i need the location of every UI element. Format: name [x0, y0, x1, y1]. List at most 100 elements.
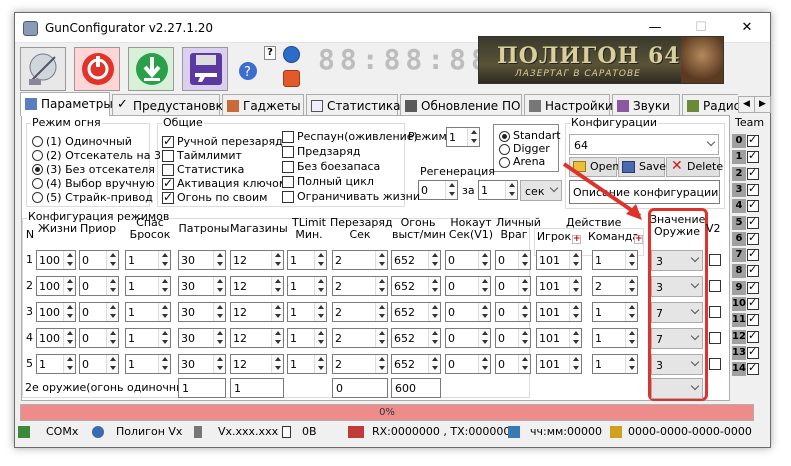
spinner-arrows[interactable] — [478, 251, 490, 269]
tlimit-spinner[interactable]: 1 — [287, 354, 327, 374]
fire-spinner[interactable]: 652 — [391, 328, 441, 348]
ammo-spinner[interactable]: 30 — [178, 328, 226, 348]
command-spinner[interactable]: 1 — [592, 250, 638, 270]
spinner-arrows[interactable] — [569, 355, 581, 373]
rescue-spinner[interactable]: 1 — [125, 250, 171, 270]
tab-update[interactable]: Обновление ПО — [400, 94, 522, 116]
spinner-arrows[interactable] — [569, 303, 581, 321]
spinner-arrows[interactable] — [271, 355, 283, 373]
personal-enemy-spinner[interactable]: 0 — [495, 276, 531, 296]
team-checkbox[interactable] — [747, 231, 759, 245]
spinner-arrows[interactable] — [213, 329, 225, 347]
help-button[interactable]: ? — [236, 47, 258, 89]
value-select[interactable]: 3 — [651, 276, 703, 297]
spinner-arrows[interactable] — [518, 329, 530, 347]
second-rescue-field[interactable]: 1 — [178, 378, 226, 398]
preset-radio[interactable] — [499, 131, 510, 142]
personal-enemy-spinner[interactable]: 0 — [495, 328, 531, 348]
spinner-arrows[interactable] — [158, 303, 170, 321]
tlimit-spinner[interactable]: 1 — [287, 328, 327, 348]
spinner-arrows[interactable] — [271, 303, 283, 321]
tab-scroll-right[interactable]: ▶ — [754, 96, 771, 113]
second-value-select[interactable] — [651, 378, 703, 399]
knockout-spinner[interactable]: 0 — [445, 354, 491, 374]
knockout-spinner[interactable]: 0 — [445, 328, 491, 348]
mags-spinner[interactable]: 12 — [230, 276, 284, 296]
player-spinner[interactable]: 101 — [536, 328, 582, 348]
spinner-arrows[interactable] — [428, 277, 440, 295]
tab-settings[interactable]: Настройки — [524, 94, 613, 116]
second-fire-field[interactable]: 600 — [391, 378, 441, 398]
general-checkbox[interactable] — [162, 190, 174, 204]
knockout-spinner[interactable]: 0 — [445, 302, 491, 322]
spinner-arrows[interactable] — [63, 355, 75, 373]
tlimit-spinner[interactable]: 1 — [287, 250, 327, 270]
value-select[interactable]: 3 — [651, 250, 703, 271]
player-spinner[interactable]: 101 — [536, 302, 582, 322]
mags-spinner[interactable]: 12 — [230, 354, 284, 374]
team-checkbox[interactable] — [747, 198, 759, 213]
spinner-arrows[interactable] — [106, 251, 118, 269]
spinner-arrows[interactable] — [478, 277, 490, 295]
spinner-arrows[interactable] — [428, 329, 440, 347]
general-checkbox[interactable] — [282, 161, 294, 173]
fire-spinner[interactable]: 652 — [391, 276, 441, 296]
reload-spinner[interactable]: 2 — [332, 328, 388, 348]
command-spinner[interactable]: 1 — [592, 328, 638, 348]
general-checkbox[interactable] — [282, 176, 294, 188]
prior-spinner[interactable]: 0 — [79, 276, 119, 296]
config-select[interactable]: 64 — [569, 134, 719, 155]
tlimit-spinner[interactable]: 1 — [287, 302, 327, 322]
ammo-spinner[interactable]: 30 — [178, 250, 226, 270]
reload-spinner[interactable]: 2 — [332, 276, 388, 296]
spinner-arrows[interactable] — [63, 277, 75, 295]
add-command-icon[interactable]: + — [634, 235, 643, 244]
delete-config-button[interactable]: ✕ Delete — [666, 157, 723, 177]
spinner-arrows[interactable] — [271, 277, 283, 295]
fire-mode-radio[interactable] — [32, 150, 43, 161]
spinner-arrows[interactable] — [569, 251, 581, 269]
rescue-spinner[interactable]: 1 — [125, 302, 171, 322]
spinner-arrows[interactable] — [106, 329, 118, 347]
rescue-spinner[interactable]: 1 — [125, 328, 171, 348]
lives-spinner[interactable]: 100 — [36, 328, 76, 348]
fire-mode-radio[interactable] — [32, 192, 43, 203]
spinner-arrows[interactable] — [63, 251, 75, 269]
spinner-arrows[interactable] — [375, 251, 387, 269]
spinner-arrows[interactable] — [314, 251, 326, 269]
team-checkbox[interactable] — [747, 263, 759, 278]
general-checkbox[interactable] — [282, 146, 294, 158]
spinner-arrows[interactable] — [375, 329, 387, 347]
team-checkbox[interactable] — [747, 182, 759, 196]
v2-checkbox[interactable] — [709, 280, 721, 292]
tab-radio[interactable]: Радио — [682, 94, 741, 116]
spinner-arrows[interactable] — [106, 277, 118, 295]
general-checkbox[interactable] — [162, 176, 174, 190]
spinner-arrows[interactable] — [518, 303, 530, 321]
tab-sounds[interactable]: Звуки — [612, 94, 680, 116]
spinner-arrows[interactable] — [314, 355, 326, 373]
spinner-arrows[interactable] — [375, 355, 387, 373]
spinner-arrows[interactable] — [271, 329, 283, 347]
fire-spinner[interactable]: 652 — [391, 354, 441, 374]
spinner-arrows[interactable] — [518, 277, 530, 295]
save-to-device-button[interactable] — [182, 47, 228, 91]
command-spinner[interactable]: 2 — [592, 276, 638, 296]
general-checkbox[interactable] — [162, 150, 174, 162]
fire-mode-radio[interactable] — [32, 136, 43, 147]
spinner-arrows[interactable] — [467, 128, 479, 146]
v2-checkbox[interactable] — [709, 254, 721, 266]
spinner-arrows[interactable] — [445, 181, 457, 199]
mags-spinner[interactable]: 12 — [230, 328, 284, 348]
v2-checkbox[interactable] — [709, 306, 721, 318]
team-checkbox[interactable] — [747, 215, 759, 229]
tab-gadgets[interactable]: Гаджеты — [222, 94, 304, 116]
fire-mode-radio[interactable] — [32, 178, 43, 189]
tab-parameters[interactable]: Параметры — [20, 92, 113, 116]
spinner-arrows[interactable] — [625, 277, 637, 295]
spinner-arrows[interactable] — [158, 251, 170, 269]
regen-period-spinner[interactable]: 1 — [478, 180, 518, 200]
spinner-arrows[interactable] — [213, 303, 225, 321]
general-checkbox[interactable] — [282, 131, 294, 143]
rescue-spinner[interactable]: 1 — [125, 276, 171, 296]
